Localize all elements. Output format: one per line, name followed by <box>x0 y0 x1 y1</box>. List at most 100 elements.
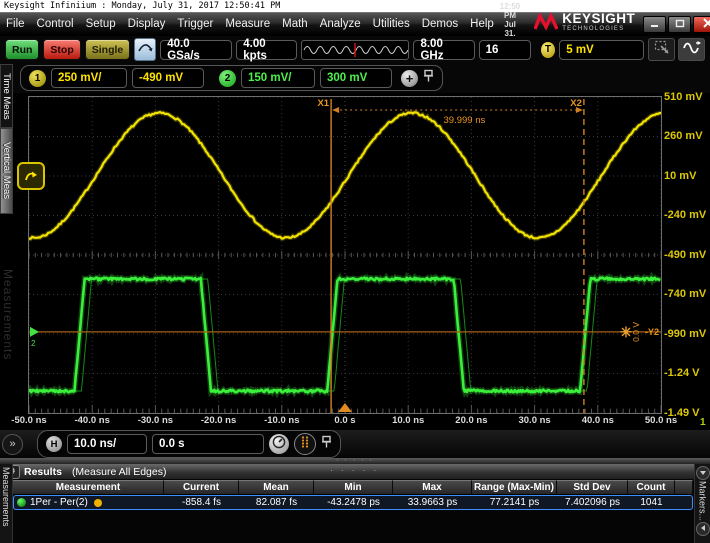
trigger-badge[interactable]: T <box>541 42 556 58</box>
menu-demos[interactable]: Demos <box>416 18 464 30</box>
pin-icon[interactable] <box>321 435 332 454</box>
measurement-status-icon <box>17 498 26 507</box>
measurement-value: -43.2478 ps <box>314 495 393 510</box>
x-tick-label: 10.0 ns <box>382 415 434 426</box>
sample-rate-field[interactable]: 40.0 GSa/s <box>160 40 232 60</box>
y-tick-label: -990 mV <box>664 328 710 341</box>
minimize-button[interactable] <box>643 16 666 33</box>
column-header[interactable]: Count <box>628 480 675 495</box>
y-tick-label: 10 mV <box>664 170 710 183</box>
menu-file[interactable]: File <box>0 18 31 30</box>
zoom-region-button[interactable] <box>648 38 675 61</box>
menu-math[interactable]: Math <box>276 18 314 30</box>
column-header[interactable]: Mean <box>239 480 314 495</box>
measurement-value: 77.2141 ps <box>472 495 557 510</box>
collapse-up-button[interactable] <box>696 466 710 480</box>
y-tick-label: -490 mV <box>664 249 710 262</box>
measurement-row[interactable]: 1Per - Per(2)-858.4 fs82.087 fs-43.2478 … <box>13 495 693 510</box>
sweep-icon <box>137 40 153 59</box>
column-header[interactable]: Range (Max-Min) <box>472 480 557 495</box>
menu-display[interactable]: Display <box>122 18 172 30</box>
y-tick-label: -240 mV <box>664 209 710 222</box>
channel1-ground-marker[interactable] <box>17 162 45 190</box>
run-button[interactable]: Run <box>5 39 39 60</box>
x-tick-label: -10.0 ns <box>256 415 308 426</box>
y-tick-label: -1.24 V <box>664 367 710 380</box>
menu-setup[interactable]: Setup <box>80 18 122 30</box>
zoom-region-icon <box>654 40 670 59</box>
x-tick-label: 20.0 ns <box>445 415 497 426</box>
channel2-offset-field[interactable]: 300 mV <box>320 68 392 88</box>
logo-sub: TECHNOLOGIES <box>562 24 635 34</box>
waveform-display[interactable]: 0.0 V-Y22X1X239.999 ns <box>28 96 662 414</box>
svg-text:39.999 ns: 39.999 ns <box>444 115 486 126</box>
channel2-badge[interactable]: 2 <box>219 70 236 87</box>
horizontal-position-field[interactable]: 0.0 s <box>152 434 264 454</box>
y-tick-label: 510 mV <box>664 91 710 104</box>
menu-trigger[interactable]: Trigger <box>171 18 219 30</box>
expand-button[interactable]: » <box>2 434 23 455</box>
measurement-value: 7.402096 ps <box>557 495 628 510</box>
column-header[interactable]: Measurement <box>13 480 164 495</box>
menu-help[interactable]: Help <box>464 18 500 30</box>
x-tick-label: 30.0 ns <box>509 415 561 426</box>
collapse-left-button[interactable] <box>696 522 710 536</box>
channel1-scale-field[interactable]: 250 mV/ <box>51 68 127 88</box>
menu-bar: FileControlSetupDisplayTriggerMeasureMat… <box>0 12 710 36</box>
channel1-offset-field[interactable]: -490 mV <box>132 68 204 88</box>
single-button[interactable]: Single <box>85 39 131 60</box>
left-tab-strip: Time Meas Vertical Meas Measurements <box>0 64 15 426</box>
horizontal-speed-button[interactable] <box>269 434 289 454</box>
tab-time-meas[interactable]: Time Meas <box>0 64 13 128</box>
results-drag-dots[interactable]: · · · · · <box>330 466 379 475</box>
keysight-spark-icon <box>534 13 558 36</box>
column-header[interactable]: Max <box>393 480 472 495</box>
acquisition-points-button[interactable] <box>294 433 316 455</box>
results-panel: ⚙ Results (Measure All Edges) · · · · · … <box>0 464 710 543</box>
touch-draw-button[interactable] <box>678 38 705 61</box>
y-tick-label: -740 mV <box>664 288 710 301</box>
horizontal-badge[interactable]: H <box>46 436 62 452</box>
trigger-level-field[interactable]: 5 mV <box>559 40 644 60</box>
markers-side-tab[interactable]: Markers... <box>694 464 710 543</box>
logo-name: KEYSIGHT <box>562 14 635 24</box>
channel-bar: 1 250 mV/ -490 mV 2 150 mV/ 300 mV + <box>0 63 710 93</box>
menu-analyze[interactable]: Analyze <box>314 18 367 30</box>
bandwidth-field[interactable]: 8.00 GHz <box>413 40 474 60</box>
tab-vertical-meas[interactable]: Vertical Meas <box>0 128 13 214</box>
minimize-icon <box>650 15 659 33</box>
pin-icon[interactable] <box>423 69 434 88</box>
keysight-logo: KEYSIGHT TECHNOLOGIES <box>534 13 635 36</box>
menu-utilities[interactable]: Utilities <box>367 18 416 30</box>
stop-button[interactable]: Stop <box>43 39 80 60</box>
measurement-value: 82.087 fs <box>239 495 314 510</box>
timebase-field[interactable]: 10.0 ns/ <box>67 434 147 454</box>
menu-items: FileControlSetupDisplayTriggerMeasureMat… <box>0 18 500 30</box>
averaging-field[interactable]: 16 <box>479 40 531 60</box>
restore-button[interactable] <box>668 16 691 33</box>
clear-display-button[interactable] <box>134 38 156 61</box>
menu-control[interactable]: Control <box>31 18 80 30</box>
row-filler <box>675 495 693 510</box>
svg-text:-Y2: -Y2 <box>645 327 659 337</box>
memory-depth-field[interactable]: 4.00 kpts <box>236 40 297 60</box>
close-button[interactable] <box>693 16 710 33</box>
column-header[interactable]: Std Dev <box>557 480 628 495</box>
chevron-left-icon <box>700 524 706 534</box>
sine-arrow-icon <box>683 40 701 60</box>
x-tick-label: -20.0 ns <box>193 415 245 426</box>
measurements-side-tab[interactable]: Measurements <box>0 464 13 543</box>
results-subtitle: (Measure All Edges) <box>72 466 167 478</box>
column-header[interactable]: Min <box>314 480 393 495</box>
column-header[interactable]: Current <box>164 480 239 495</box>
channel2-scale-field[interactable]: 150 mV/ <box>241 68 315 88</box>
waveform-preview[interactable] <box>301 40 409 60</box>
y-tick-label: 260 mV <box>664 130 710 143</box>
channel1-badge[interactable]: 1 <box>29 70 46 87</box>
dial-icon <box>272 435 286 454</box>
chevron-down-icon <box>699 468 707 478</box>
menu-measure[interactable]: Measure <box>219 18 276 30</box>
add-channel-button[interactable]: + <box>401 70 418 87</box>
svg-text:X1: X1 <box>317 98 329 109</box>
x-tick-label: -30.0 ns <box>129 415 181 426</box>
